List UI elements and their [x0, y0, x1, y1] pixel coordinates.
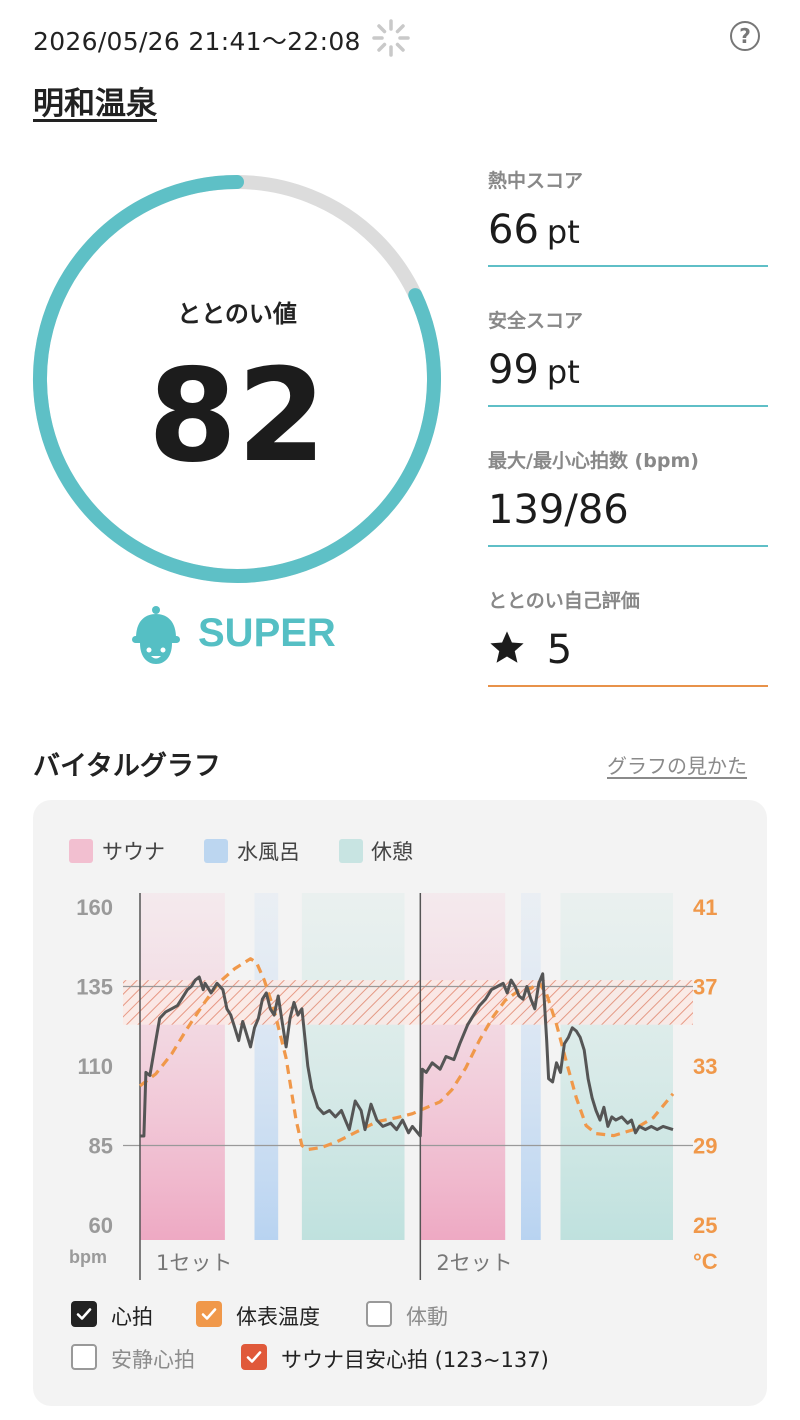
legend-sauna: サウナ — [102, 840, 165, 864]
check-icon — [76, 1308, 92, 1320]
gauge-value: 82 — [147, 342, 327, 491]
y-left-tick-label: 135 — [76, 975, 113, 1000]
sauna-target-hr-checkbox[interactable] — [241, 1344, 267, 1370]
y-right-tick-label: 33 — [693, 1054, 717, 1079]
stat-value: 99 — [488, 347, 539, 393]
stat-label: 最大/最小心拍数 (bpm) — [488, 450, 699, 472]
heat-score: 熱中スコア 66 pt — [488, 166, 768, 267]
stat-value: 139/86 — [488, 487, 629, 533]
safety-score: 安全スコア 99 pt — [488, 306, 768, 407]
skin-temp-checkbox[interactable] — [196, 1301, 222, 1327]
heart-rate-checkbox[interactable] — [71, 1301, 97, 1327]
stat-unit: pt — [546, 213, 580, 251]
legend-sauna-swatch — [69, 839, 93, 863]
star-icon — [490, 631, 524, 663]
resting-hr-checkbox[interactable] — [71, 1344, 97, 1370]
y-right-tick-label: 41 — [693, 895, 717, 920]
y-left-tick-label: 110 — [78, 1054, 114, 1079]
skin-temp-toggle-label[interactable]: 体表温度 — [236, 1301, 320, 1331]
phase-band — [420, 893, 506, 1240]
divider — [488, 685, 768, 687]
legend-rest: 休憩 — [371, 840, 413, 864]
stat-value: 5 — [546, 627, 573, 673]
graph-guide-link[interactable]: グラフの見かた — [607, 750, 747, 779]
sauna-target-hr-toggle-label[interactable]: サウナ目安心拍 (123~137) — [281, 1344, 549, 1374]
divider — [488, 545, 768, 547]
phase-band — [520, 893, 541, 1240]
check-icon — [201, 1308, 217, 1320]
phase-band — [560, 893, 673, 1240]
check-icon — [246, 1351, 262, 1363]
y-right-tick-label: 25 — [693, 1213, 717, 1238]
set-label: 2セット — [436, 1251, 512, 1275]
y-left-tick-label: 85 — [89, 1134, 113, 1159]
vital-chart: 160 135 110 85 60 41 37 33 29 25 bpm °C 1セット 2セット — [69, 893, 718, 1280]
y-right-unit-label: °C — [693, 1249, 718, 1274]
help-icon[interactable]: ? — [730, 21, 760, 51]
gauge-label: ととのい値 — [177, 300, 297, 328]
body-motion-toggle-label[interactable]: 体動 — [406, 1301, 448, 1331]
divider — [488, 405, 768, 407]
y-right-tick-label: 29 — [693, 1134, 717, 1159]
y-left-unit-label: bpm — [69, 1247, 107, 1267]
session-datetime: 2026/05/26 21:41～22:08 — [33, 27, 361, 56]
divider — [488, 265, 768, 267]
legend-rest-swatch — [339, 839, 363, 863]
stat-label: 安全スコア — [488, 310, 584, 332]
sauna-hat-mascot-icon — [132, 606, 180, 664]
heart-rate-range: 最大/最小心拍数 (bpm) 139/86 — [488, 446, 768, 547]
heart-rate-toggle-label[interactable]: 心拍 — [111, 1301, 153, 1331]
level-badge: SUPER — [198, 611, 336, 655]
set-label: 1セット — [156, 1251, 232, 1275]
phase-band — [254, 893, 279, 1240]
stat-label: ととのい自己評価 — [488, 590, 640, 612]
legend-cold-bath: 水風呂 — [237, 840, 300, 864]
body-motion-checkbox[interactable] — [366, 1301, 392, 1327]
stat-label: 熱中スコア — [488, 170, 584, 192]
place-name-link[interactable]: 明和温泉 — [33, 78, 157, 123]
self-rating[interactable]: ととのい自己評価 5 — [488, 586, 768, 687]
y-right-tick-label: 37 — [693, 975, 717, 1000]
stat-unit: pt — [546, 353, 580, 391]
y-left-tick-label: 60 — [89, 1213, 113, 1238]
loading-spinner-icon — [372, 19, 410, 57]
stat-value: 66 — [488, 207, 539, 253]
resting-hr-toggle-label[interactable]: 安静心拍 — [111, 1344, 195, 1374]
y-left-tick-label: 160 — [76, 895, 113, 920]
vital-graph-title: バイタルグラフ — [33, 751, 221, 782]
phase-band — [301, 893, 405, 1240]
legend-cold-bath-swatch — [204, 839, 228, 863]
